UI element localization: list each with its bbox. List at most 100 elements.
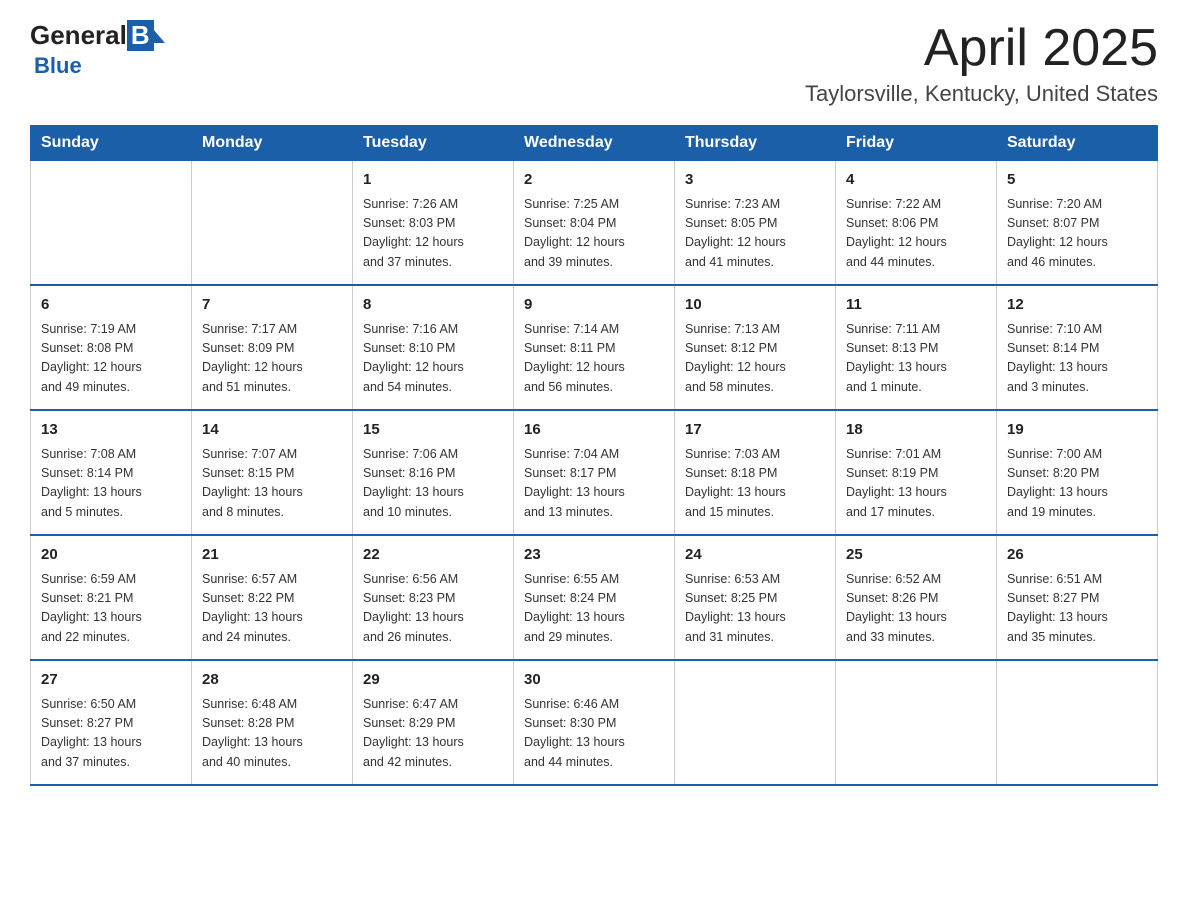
day-number: 29 (363, 669, 503, 692)
day-info: Sunrise: 7:23 AM Sunset: 8:05 PM Dayligh… (685, 195, 825, 273)
title-block: April 2025 Taylorsville, Kentucky, Unite… (805, 20, 1158, 107)
calendar-table: SundayMondayTuesdayWednesdayThursdayFrid… (30, 125, 1158, 786)
day-number: 14 (202, 419, 342, 442)
calendar-header-row: SundayMondayTuesdayWednesdayThursdayFrid… (31, 126, 1158, 161)
day-number: 17 (685, 419, 825, 442)
calendar-cell: 15 Sunrise: 7:06 AM Sunset: 8:16 PM Dayli… (353, 410, 514, 535)
calendar-week-row: 20 Sunrise: 6:59 AM Sunset: 8:21 PM Dayli… (31, 535, 1158, 660)
day-info: Sunrise: 7:08 AM Sunset: 8:14 PM Dayligh… (41, 445, 181, 523)
day-info: Sunrise: 7:22 AM Sunset: 8:06 PM Dayligh… (846, 195, 986, 273)
page-header: General B Blue April 2025 Taylorsville, … (30, 20, 1158, 107)
day-info: Sunrise: 7:16 AM Sunset: 8:10 PM Dayligh… (363, 320, 503, 398)
calendar-cell: 8 Sunrise: 7:16 AM Sunset: 8:10 PM Daylig… (353, 285, 514, 410)
calendar-cell (192, 161, 353, 286)
day-number: 26 (1007, 544, 1147, 567)
day-number: 15 (363, 419, 503, 442)
calendar-cell: 28Sunrise: 6:48 AM Sunset: 8:28 PM Dayli… (192, 660, 353, 785)
day-info: Sunrise: 6:50 AM Sunset: 8:27 PM Dayligh… (41, 695, 181, 773)
page-title: April 2025 (805, 20, 1158, 77)
calendar-header-thursday: Thursday (675, 126, 836, 161)
logo-subtitle: Blue (34, 53, 82, 79)
calendar-cell: 29 Sunrise: 6:47 AM Sunset: 8:29 PM Dayli… (353, 660, 514, 785)
day-number: 25 (846, 544, 986, 567)
calendar-cell: 6 Sunrise: 7:19 AM Sunset: 8:08 PM Daylig… (31, 285, 192, 410)
day-info: Sunrise: 6:55 AM Sunset: 8:24 PM Dayligh… (524, 570, 664, 648)
calendar-cell: 2Sunrise: 7:25 AM Sunset: 8:04 PM Daylig… (514, 161, 675, 286)
day-number: 13 (41, 419, 181, 442)
calendar-cell: 19 Sunrise: 7:00 AM Sunset: 8:20 PM Dayli… (997, 410, 1158, 535)
calendar-cell: 14 Sunrise: 7:07 AM Sunset: 8:15 PM Dayli… (192, 410, 353, 535)
day-info: Sunrise: 6:47 AM Sunset: 8:29 PM Dayligh… (363, 695, 503, 773)
day-number: 8 (363, 294, 503, 317)
calendar-cell: 9 Sunrise: 7:14 AM Sunset: 8:11 PM Daylig… (514, 285, 675, 410)
day-info: Sunrise: 6:56 AM Sunset: 8:23 PM Dayligh… (363, 570, 503, 648)
calendar-cell: 23 Sunrise: 6:55 AM Sunset: 8:24 PM Dayli… (514, 535, 675, 660)
calendar-header-friday: Friday (836, 126, 997, 161)
day-number: 7 (202, 294, 342, 317)
page-subtitle: Taylorsville, Kentucky, United States (805, 81, 1158, 107)
day-number: 4 (846, 169, 986, 192)
calendar-cell: 18 Sunrise: 7:01 AM Sunset: 8:19 PM Dayli… (836, 410, 997, 535)
day-number: 16 (524, 419, 664, 442)
logo: General B Blue (30, 20, 165, 79)
day-info: Sunrise: 6:51 AM Sunset: 8:27 PM Dayligh… (1007, 570, 1147, 648)
day-number: 19 (1007, 419, 1147, 442)
day-number: 5 (1007, 169, 1147, 192)
calendar-cell: 30Sunrise: 6:46 AM Sunset: 8:30 PM Dayli… (514, 660, 675, 785)
day-number: 1 (363, 169, 503, 192)
calendar-cell: 4 Sunrise: 7:22 AM Sunset: 8:06 PM Daylig… (836, 161, 997, 286)
day-info: Sunrise: 7:14 AM Sunset: 8:11 PM Dayligh… (524, 320, 664, 398)
day-info: Sunrise: 6:59 AM Sunset: 8:21 PM Dayligh… (41, 570, 181, 648)
calendar-header-wednesday: Wednesday (514, 126, 675, 161)
day-info: Sunrise: 7:00 AM Sunset: 8:20 PM Dayligh… (1007, 445, 1147, 523)
day-info: Sunrise: 7:19 AM Sunset: 8:08 PM Dayligh… (41, 320, 181, 398)
calendar-header-tuesday: Tuesday (353, 126, 514, 161)
day-info: Sunrise: 6:53 AM Sunset: 8:25 PM Dayligh… (685, 570, 825, 648)
calendar-cell: 16 Sunrise: 7:04 AM Sunset: 8:17 PM Dayli… (514, 410, 675, 535)
day-info: Sunrise: 7:04 AM Sunset: 8:17 PM Dayligh… (524, 445, 664, 523)
day-number: 3 (685, 169, 825, 192)
day-info: Sunrise: 6:57 AM Sunset: 8:22 PM Dayligh… (202, 570, 342, 648)
calendar-cell: 25 Sunrise: 6:52 AM Sunset: 8:26 PM Dayli… (836, 535, 997, 660)
calendar-cell: 20 Sunrise: 6:59 AM Sunset: 8:21 PM Dayli… (31, 535, 192, 660)
logo-general-text: General (30, 20, 127, 51)
calendar-cell: 26 Sunrise: 6:51 AM Sunset: 8:27 PM Dayli… (997, 535, 1158, 660)
calendar-cell (997, 660, 1158, 785)
day-number: 11 (846, 294, 986, 317)
day-info: Sunrise: 7:01 AM Sunset: 8:19 PM Dayligh… (846, 445, 986, 523)
calendar-header-saturday: Saturday (997, 126, 1158, 161)
day-info: Sunrise: 7:03 AM Sunset: 8:18 PM Dayligh… (685, 445, 825, 523)
day-info: Sunrise: 6:48 AM Sunset: 8:28 PM Dayligh… (202, 695, 342, 773)
day-number: 10 (685, 294, 825, 317)
calendar-header-sunday: Sunday (31, 126, 192, 161)
day-number: 9 (524, 294, 664, 317)
day-info: Sunrise: 7:06 AM Sunset: 8:16 PM Dayligh… (363, 445, 503, 523)
day-number: 22 (363, 544, 503, 567)
day-number: 12 (1007, 294, 1147, 317)
day-number: 24 (685, 544, 825, 567)
day-info: Sunrise: 7:20 AM Sunset: 8:07 PM Dayligh… (1007, 195, 1147, 273)
calendar-week-row: 27 Sunrise: 6:50 AM Sunset: 8:27 PM Dayli… (31, 660, 1158, 785)
day-number: 23 (524, 544, 664, 567)
day-number: 30 (524, 669, 664, 692)
calendar-week-row: 1Sunrise: 7:26 AM Sunset: 8:03 PM Daylig… (31, 161, 1158, 286)
day-number: 20 (41, 544, 181, 567)
day-number: 27 (41, 669, 181, 692)
day-info: Sunrise: 7:07 AM Sunset: 8:15 PM Dayligh… (202, 445, 342, 523)
day-info: Sunrise: 7:25 AM Sunset: 8:04 PM Dayligh… (524, 195, 664, 273)
calendar-cell: 3 Sunrise: 7:23 AM Sunset: 8:05 PM Daylig… (675, 161, 836, 286)
calendar-cell: 17 Sunrise: 7:03 AM Sunset: 8:18 PM Dayli… (675, 410, 836, 535)
calendar-cell (675, 660, 836, 785)
day-number: 18 (846, 419, 986, 442)
day-info: Sunrise: 6:52 AM Sunset: 8:26 PM Dayligh… (846, 570, 986, 648)
calendar-cell: 10Sunrise: 7:13 AM Sunset: 8:12 PM Dayli… (675, 285, 836, 410)
day-number: 6 (41, 294, 181, 317)
day-info: Sunrise: 7:10 AM Sunset: 8:14 PM Dayligh… (1007, 320, 1147, 398)
calendar-cell (31, 161, 192, 286)
calendar-cell: 12 Sunrise: 7:10 AM Sunset: 8:14 PM Dayli… (997, 285, 1158, 410)
calendar-cell: 1Sunrise: 7:26 AM Sunset: 8:03 PM Daylig… (353, 161, 514, 286)
calendar-week-row: 6 Sunrise: 7:19 AM Sunset: 8:08 PM Daylig… (31, 285, 1158, 410)
calendar-cell: 24 Sunrise: 6:53 AM Sunset: 8:25 PM Dayli… (675, 535, 836, 660)
calendar-week-row: 13 Sunrise: 7:08 AM Sunset: 8:14 PM Dayli… (31, 410, 1158, 535)
calendar-cell: 21Sunrise: 6:57 AM Sunset: 8:22 PM Dayli… (192, 535, 353, 660)
